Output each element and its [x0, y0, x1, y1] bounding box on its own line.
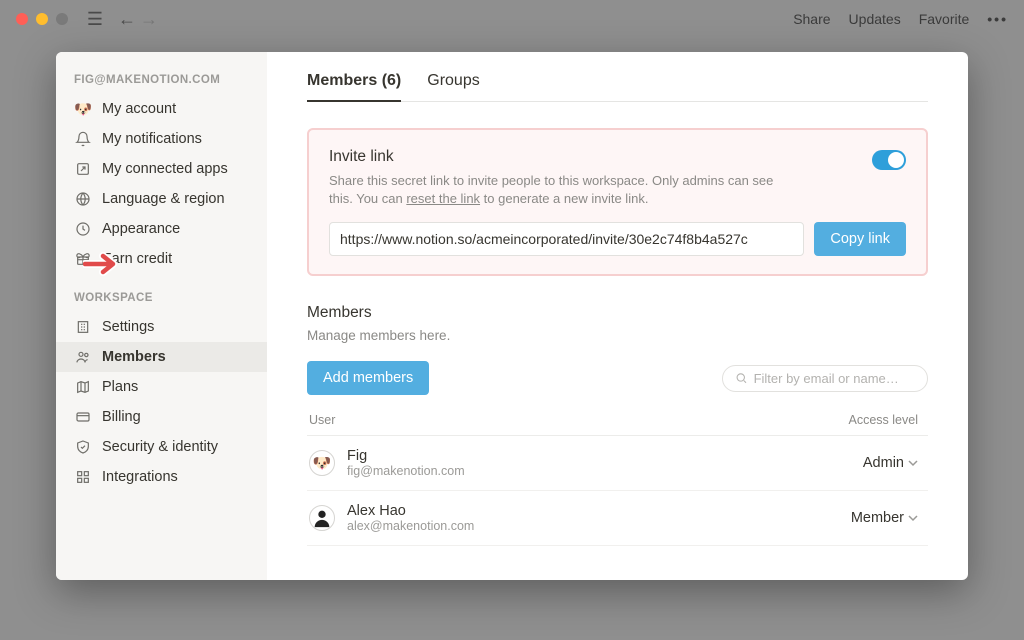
window-chrome: ☰ ← → Share Updates Favorite •••: [0, 0, 1024, 38]
maximize-window-button[interactable]: [56, 13, 68, 25]
sidebar-item-earn-credit[interactable]: Earn credit: [56, 244, 267, 274]
nav-forward-icon[interactable]: →: [138, 9, 160, 30]
member-name: Alex Hao: [347, 503, 474, 519]
more-menu-icon[interactable]: •••: [987, 11, 1008, 27]
tab-groups[interactable]: Groups: [427, 72, 479, 101]
column-access: Access level: [806, 413, 926, 427]
member-email: fig@makenotion.com: [347, 464, 465, 478]
sidebar-item-label: Language & region: [102, 191, 225, 207]
sidebar-item-label: Members: [102, 349, 166, 365]
search-icon: [735, 371, 748, 385]
filter-input-wrapper[interactable]: [722, 365, 928, 392]
updates-menu[interactable]: Updates: [849, 11, 901, 27]
invite-link-box: Invite link Share this secret link to in…: [307, 128, 928, 276]
sidebar-item-label: Plans: [102, 379, 138, 395]
invite-title: Invite link: [329, 148, 789, 166]
settings-modal: FIG@MAKENOTION.COM 🐶 My account My notif…: [56, 52, 968, 580]
members-section-title: Members: [307, 304, 928, 322]
sidebar-item-label: Appearance: [102, 221, 180, 237]
map-icon: [74, 378, 92, 396]
avatar: 🐶: [309, 450, 335, 476]
members-table: User Access level 🐶 Fig fig@makenotion.c…: [307, 413, 928, 546]
credit-card-icon: [74, 408, 92, 426]
globe-icon: [74, 190, 92, 208]
sidebar-item-language[interactable]: Language & region: [56, 184, 267, 214]
members-tabs: Members (6) Groups: [307, 72, 928, 102]
table-row: Alex Hao alex@makenotion.com Member: [307, 491, 928, 546]
sidebar-item-connected-apps[interactable]: My connected apps: [56, 154, 267, 184]
sidebar-item-notifications[interactable]: My notifications: [56, 124, 267, 154]
settings-main-panel: Members (6) Groups Invite link Share thi…: [267, 52, 968, 580]
building-icon: [74, 318, 92, 336]
sidebar-item-label: Integrations: [102, 469, 178, 485]
workspace-section-label: WORKSPACE: [56, 288, 267, 312]
sidebar-item-label: Security & identity: [102, 439, 218, 455]
nav-back-icon[interactable]: ←: [116, 9, 138, 30]
people-icon: [74, 348, 92, 366]
chevron-down-icon: [908, 458, 918, 468]
sidebar-item-label: Billing: [102, 409, 141, 425]
sidebar-item-settings[interactable]: Settings: [56, 312, 267, 342]
settings-sidebar: FIG@MAKENOTION.COM 🐶 My account My notif…: [56, 52, 267, 580]
avatar: [309, 505, 335, 531]
sidebar-item-label: Settings: [102, 319, 154, 335]
gift-icon: [74, 250, 92, 268]
access-level-dropdown[interactable]: Member: [851, 510, 926, 526]
members-section: Members Manage members here. Add members…: [307, 304, 928, 546]
members-section-subtitle: Manage members here.: [307, 328, 928, 343]
grid-icon: [74, 468, 92, 486]
chevron-down-icon: [908, 513, 918, 523]
sidebar-item-plans[interactable]: Plans: [56, 372, 267, 402]
member-email: alex@makenotion.com: [347, 519, 474, 533]
sidebar-item-members[interactable]: Members: [56, 342, 267, 372]
person-avatar-icon: [311, 507, 333, 529]
minimize-window-button[interactable]: [36, 13, 48, 25]
bell-icon: [74, 130, 92, 148]
reset-link[interactable]: reset the link: [406, 191, 480, 206]
access-level-dropdown[interactable]: Admin: [863, 455, 926, 471]
account-section-label: FIG@MAKENOTION.COM: [56, 70, 267, 94]
sidebar-item-label: My connected apps: [102, 161, 228, 177]
share-menu[interactable]: Share: [793, 11, 830, 27]
sidebar-item-label: My notifications: [102, 131, 202, 147]
traffic-lights: [16, 13, 68, 25]
tab-members[interactable]: Members (6): [307, 72, 401, 102]
sidebar-item-label: My account: [102, 101, 176, 117]
copy-link-button[interactable]: Copy link: [814, 222, 906, 256]
close-window-button[interactable]: [16, 13, 28, 25]
sidebar-item-security[interactable]: Security & identity: [56, 432, 267, 462]
link-out-icon: [74, 160, 92, 178]
sidebar-item-label: Earn credit: [102, 251, 172, 267]
table-row: 🐶 Fig fig@makenotion.com Admin: [307, 436, 928, 491]
invite-link-toggle[interactable]: [872, 150, 906, 170]
invite-url-field[interactable]: https://www.notion.so/acmeincorporated/i…: [329, 222, 804, 256]
member-name: Fig: [347, 448, 465, 464]
shield-icon: [74, 438, 92, 456]
hamburger-icon[interactable]: ☰: [84, 9, 106, 30]
filter-input[interactable]: [754, 371, 915, 386]
favorite-menu[interactable]: Favorite: [919, 11, 970, 27]
sidebar-item-billing[interactable]: Billing: [56, 402, 267, 432]
account-avatar-icon: 🐶: [74, 100, 92, 118]
add-members-button[interactable]: Add members: [307, 361, 429, 395]
sidebar-item-my-account[interactable]: 🐶 My account: [56, 94, 267, 124]
invite-description: Share this secret link to invite people …: [329, 172, 789, 208]
column-user: User: [309, 413, 806, 427]
clock-icon: [74, 220, 92, 238]
sidebar-item-integrations[interactable]: Integrations: [56, 462, 267, 492]
sidebar-item-appearance[interactable]: Appearance: [56, 214, 267, 244]
